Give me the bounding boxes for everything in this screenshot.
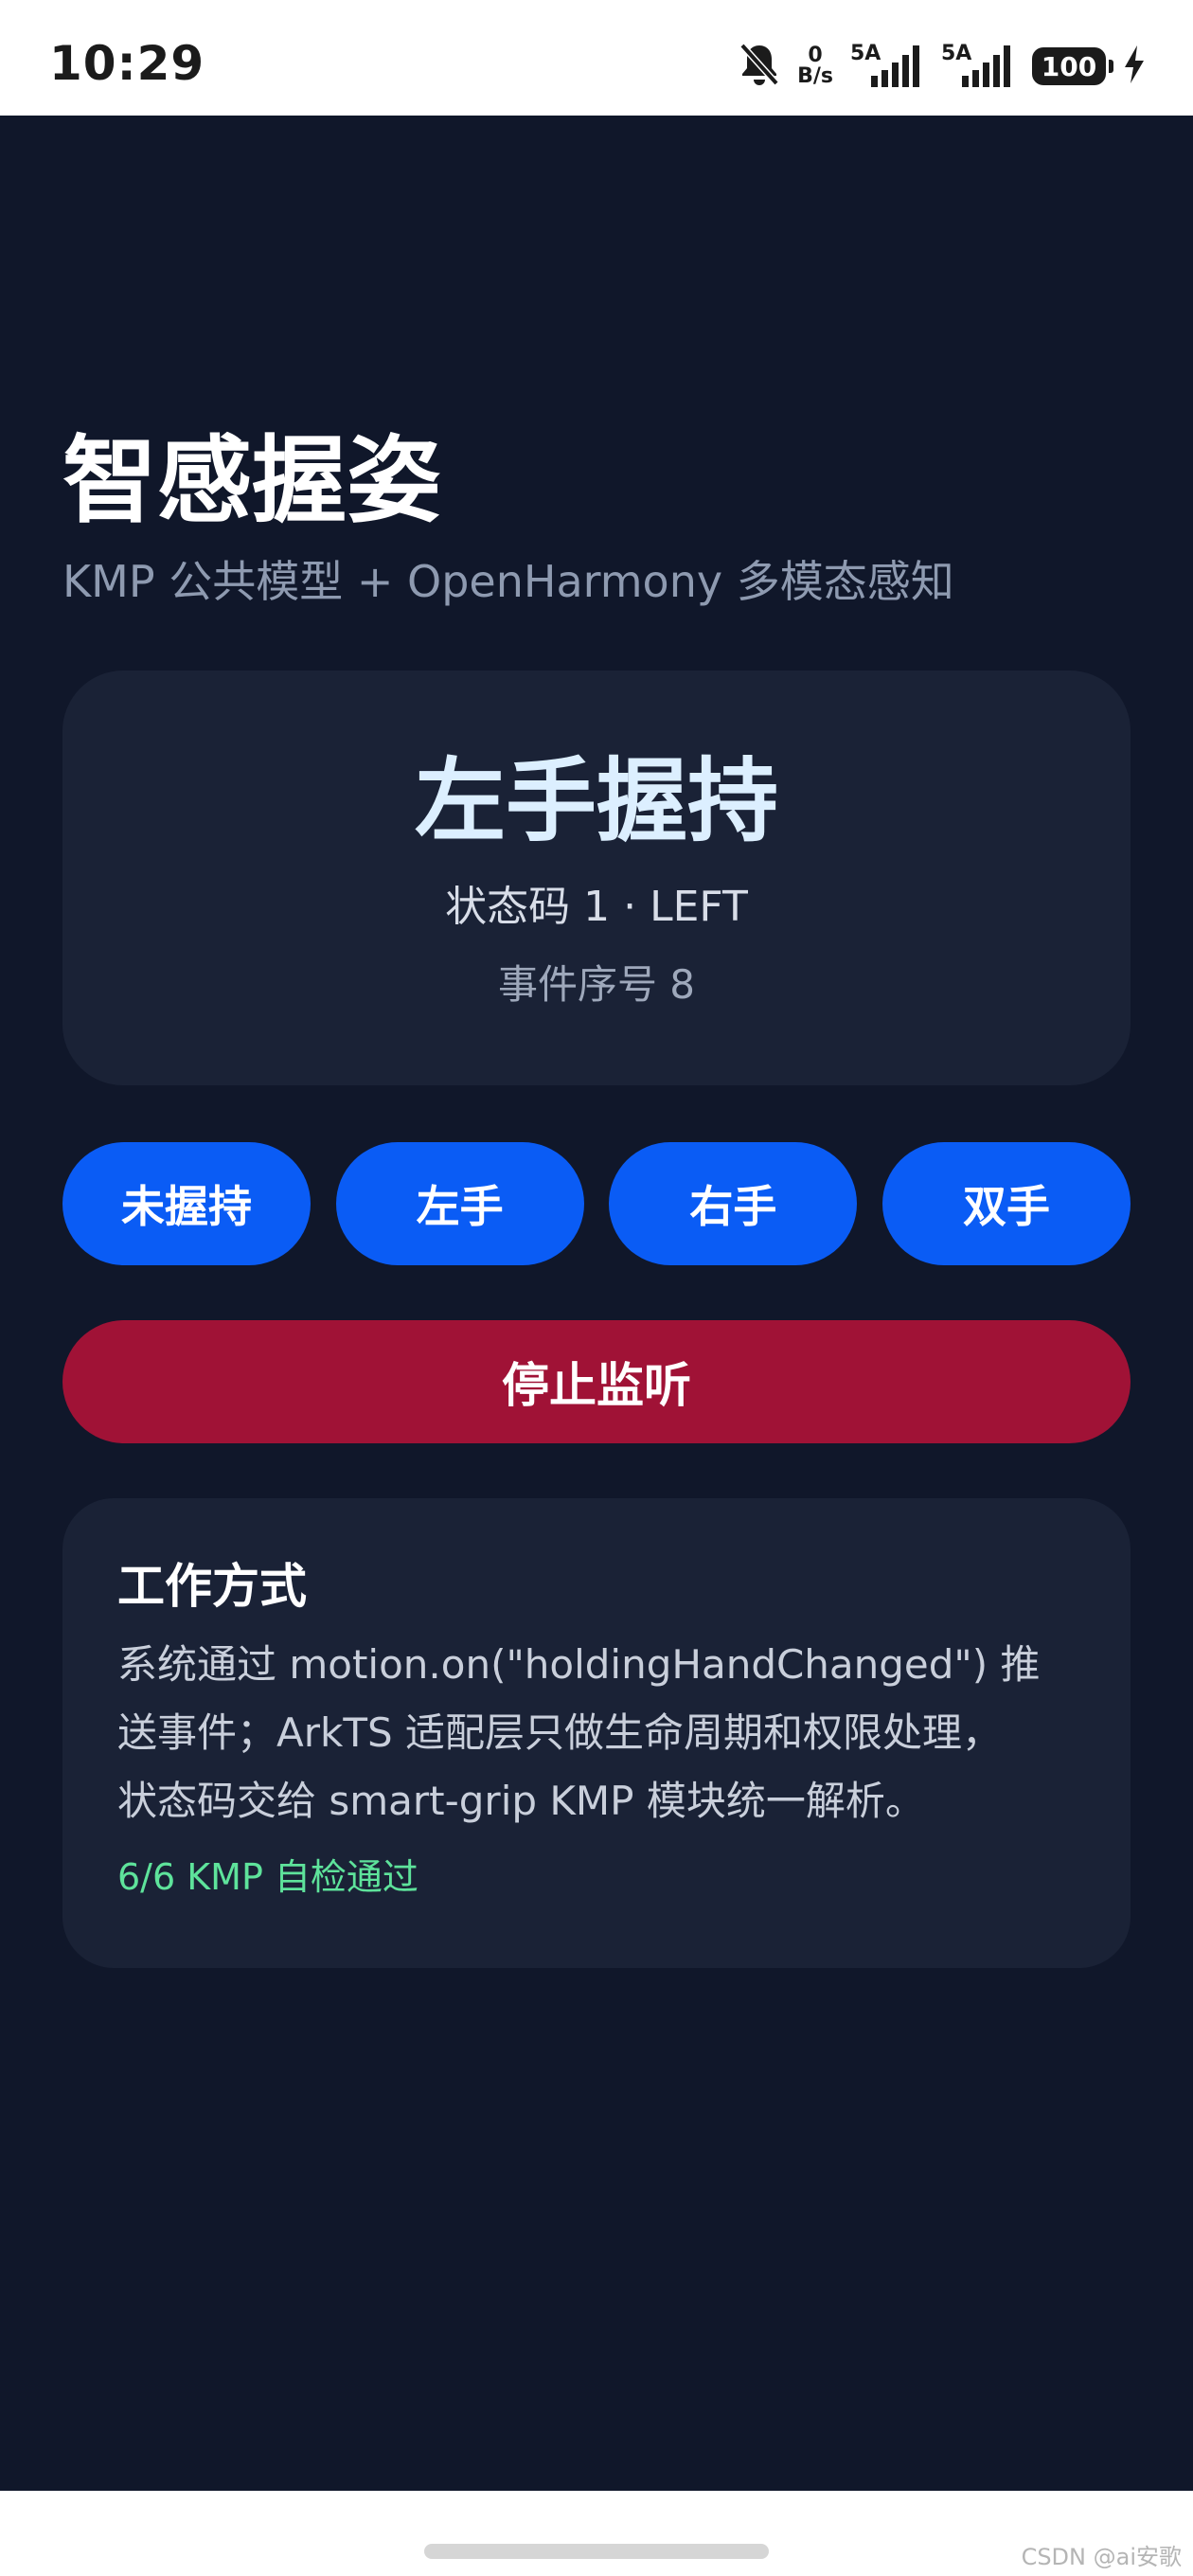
signal-bars-icon	[962, 45, 1010, 87]
navigation-bar: CSDN @ai安歌	[0, 2491, 1193, 2576]
signal-5a-secondary: 5A	[941, 42, 1015, 91]
watermark: CSDN @ai安歌	[1021, 2544, 1182, 2570]
info-description: 系统通过 motion.on("holdingHandChanged") 推 送…	[117, 1631, 1083, 1835]
bell-muted-icon	[739, 42, 780, 91]
home-indicator[interactable]	[424, 2544, 769, 2559]
grip-state-card: 左手握持 状态码 1 · LEFT 事件序号 8	[62, 671, 1131, 1085]
status-icons: 0 B/s 5A 5A 100	[739, 38, 1146, 95]
mode-button-right[interactable]: 右手	[609, 1142, 858, 1265]
network-speed-value: 0	[808, 44, 823, 67]
grip-mode-buttons: 未握持 左手 右手 双手	[62, 1142, 1131, 1265]
network-speed-unit: B/s	[797, 64, 833, 88]
mode-button-both[interactable]: 双手	[881, 1142, 1131, 1265]
info-line: 状态码交给 smart-grip KMP 模块统一解析。	[117, 1778, 925, 1824]
how-it-works-card: 工作方式 系统通过 motion.on("holdingHandChanged"…	[62, 1498, 1131, 1968]
info-heading: 工作方式	[117, 1559, 307, 1614]
info-line: 送事件；ArkTS 适配层只做生命周期和权限处理，	[117, 1709, 1002, 1756]
status-bar: 10:29 0 B/s 5A 5A 100	[0, 0, 1193, 116]
charging-bolt-icon	[1123, 44, 1146, 89]
battery-indicator: 100	[1032, 47, 1113, 85]
page-subtitle: KMP 公共模型 + OpenHarmony 多模态感知	[62, 556, 954, 607]
info-line: 系统通过 motion.on("holdingHandChanged") 推	[117, 1641, 1041, 1688]
signal-5a-primary: 5A	[850, 42, 924, 91]
stop-listening-button[interactable]: 停止监听	[62, 1320, 1131, 1443]
status-time: 10:29	[49, 36, 205, 91]
grip-state-code: 状态码 1 · LEFT	[445, 883, 748, 931]
event-sequence: 事件序号 8	[497, 961, 696, 1008]
mode-button-none[interactable]: 未握持	[62, 1142, 311, 1265]
signal-bars-icon	[871, 45, 919, 87]
page-title: 智感握姿	[62, 425, 441, 536]
network-speed: 0 B/s	[797, 45, 833, 87]
grip-state-label: 左手握持	[415, 748, 778, 854]
mode-button-left[interactable]: 左手	[335, 1142, 584, 1265]
self-check-status: 6/6 KMP 自检通过	[117, 1856, 418, 1898]
